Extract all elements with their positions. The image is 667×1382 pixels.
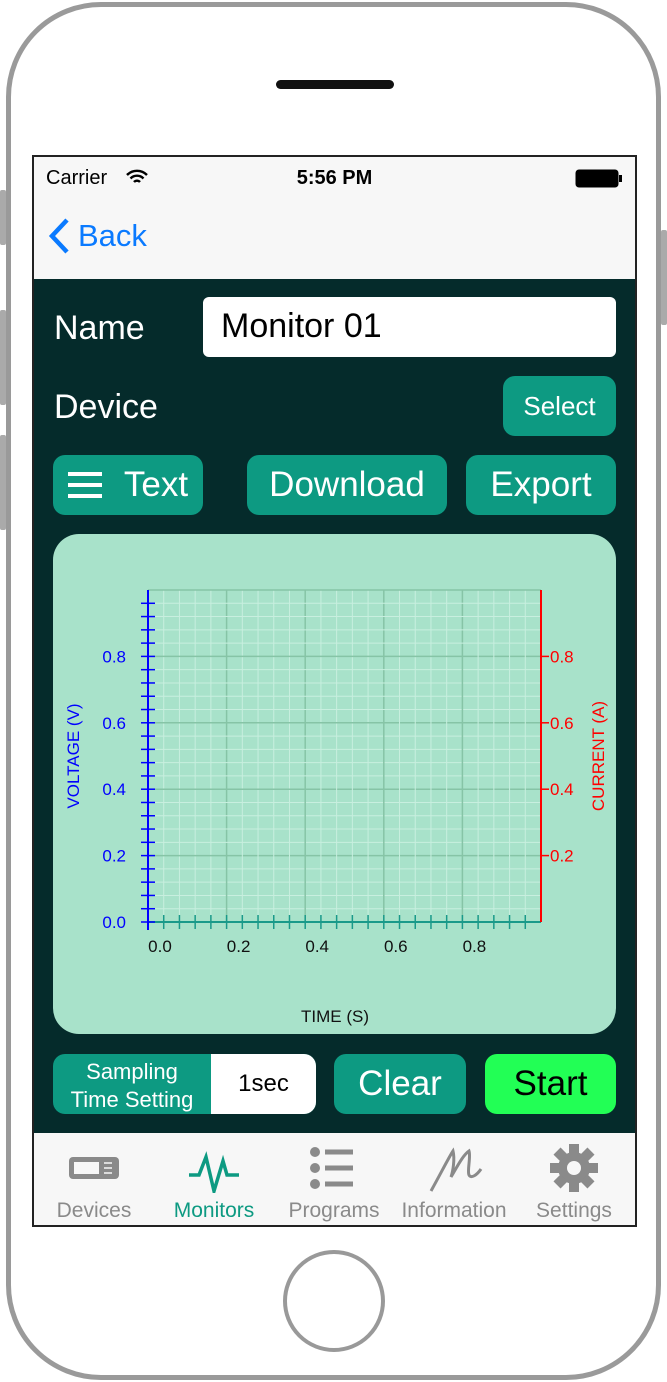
volume-up-button xyxy=(0,310,6,405)
y-axis-label: VOLTAGE (V) xyxy=(64,703,83,808)
tab-settings[interactable]: Settings xyxy=(514,1133,634,1225)
menu-icon xyxy=(67,472,102,498)
x-tick-label: 0.8 xyxy=(463,937,487,956)
x-tick-label: 0.4 xyxy=(305,937,329,956)
x-axis-label: TIME (S) xyxy=(301,1007,369,1026)
download-button[interactable]: Download xyxy=(247,455,447,515)
y2-axis-label: CURRENT (A) xyxy=(589,701,608,811)
tab-bar: Devices Monitors Programs Information Se… xyxy=(34,1133,635,1225)
chart: 0.0 0.2 0.4 0.6 0.8 0.0 0.2 0.4 0.6 0.8 0.2 0.4 0.6 0… xyxy=(64,589,608,1026)
y2-tick-label: 0.4 xyxy=(550,780,574,799)
tab-monitors[interactable]: Monitors xyxy=(154,1133,274,1225)
pulse-icon xyxy=(189,1151,239,1193)
chart-panel: 0.0 0.2 0.4 0.6 0.8 0.0 0.2 0.4 0.6 0.8 0.2 0.4 0.6 0… xyxy=(53,534,616,1034)
volume-down-button xyxy=(0,435,6,530)
y-tick-label: 0.0 xyxy=(102,913,126,932)
y-tick-label: 0.6 xyxy=(102,714,126,733)
text-button[interactable]: Text xyxy=(53,455,203,515)
sampling-label: Sampling Time Setting xyxy=(70,1059,194,1112)
x-tick-label: 0.2 xyxy=(227,937,251,956)
home-button[interactable] xyxy=(283,1250,385,1352)
gear-icon xyxy=(550,1144,598,1192)
tab-programs[interactable]: Programs xyxy=(274,1133,394,1225)
speaker xyxy=(276,80,394,89)
sampling-time-setting[interactable]: Sampling Time Setting 1sec xyxy=(53,1054,316,1114)
tab-devices[interactable]: Devices xyxy=(34,1133,154,1225)
logo-m-icon xyxy=(429,1147,483,1192)
tab-information[interactable]: Information xyxy=(394,1133,514,1225)
device-label: Device xyxy=(54,388,158,426)
mute-switch xyxy=(0,190,6,245)
sampling-value-input[interactable]: 1sec xyxy=(211,1054,316,1114)
export-button[interactable]: Export xyxy=(466,455,616,515)
x-tick-label: 0.0 xyxy=(148,937,172,956)
screen: Carrier 5:56 PM Back Name Monitor 01 Dev… xyxy=(32,155,637,1227)
y2-tick-label: 0.8 xyxy=(550,647,574,666)
clear-button[interactable]: Clear xyxy=(334,1054,466,1114)
y-tick-label: 0.4 xyxy=(102,780,126,799)
y2-tick-label: 0.6 xyxy=(550,714,574,733)
start-button[interactable]: Start xyxy=(485,1054,616,1114)
text-label: Text xyxy=(123,465,189,504)
name-input[interactable]: Monitor 01 xyxy=(203,297,616,357)
back-button[interactable]: Back xyxy=(48,218,147,254)
power-button xyxy=(661,230,667,325)
y-tick-label: 0.2 xyxy=(102,847,126,866)
chevron-left-icon xyxy=(48,218,69,254)
battery-icon xyxy=(575,169,622,188)
device-icon xyxy=(69,1157,119,1179)
back-label: Back xyxy=(78,218,147,253)
select-device-button[interactable]: Select xyxy=(503,376,616,436)
y2-tick-label: 0.2 xyxy=(550,847,574,866)
status-bar: Carrier 5:56 PM xyxy=(34,157,635,202)
nav-bar: Back xyxy=(34,202,635,279)
clock: 5:56 PM xyxy=(296,167,373,189)
x-tick-label: 0.6 xyxy=(384,937,408,956)
list-icon xyxy=(310,1147,353,1189)
name-label: Name xyxy=(54,309,145,347)
y-tick-label: 0.8 xyxy=(102,647,126,666)
